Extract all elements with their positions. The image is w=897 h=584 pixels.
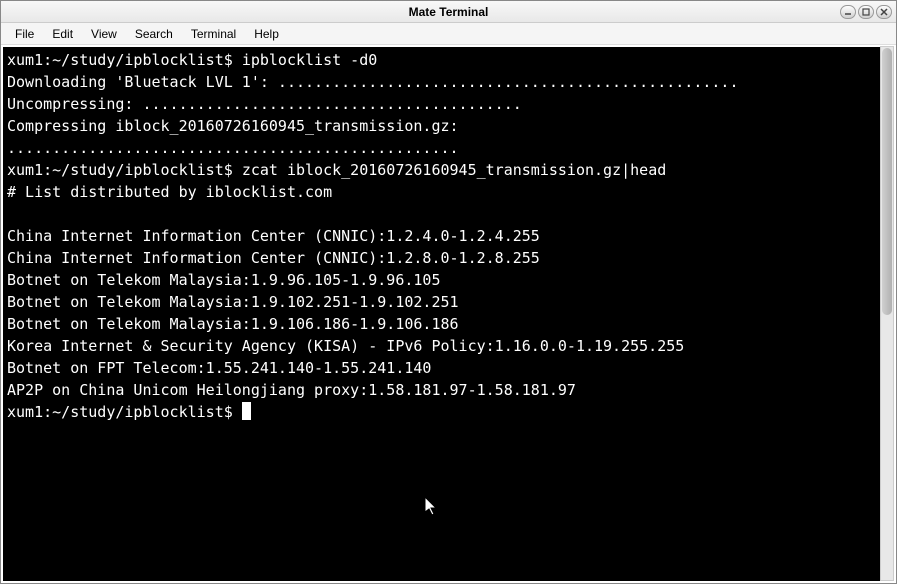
- output-line: Botnet on Telekom Malaysia:1.9.96.105-1.…: [7, 271, 440, 289]
- window-title: Mate Terminal: [409, 5, 489, 19]
- menu-file[interactable]: File: [7, 25, 42, 43]
- prompt: xum1:~/study/ipblocklist$: [7, 403, 242, 421]
- output-line: Botnet on Telekom Malaysia:1.9.106.186-1…: [7, 315, 459, 333]
- menubar: File Edit View Search Terminal Help: [1, 23, 896, 45]
- minimize-button[interactable]: [840, 5, 856, 19]
- prompt: xum1:~/study/ipblocklist$: [7, 51, 242, 69]
- maximize-icon: [862, 8, 870, 16]
- output-line: Botnet on Telekom Malaysia:1.9.102.251-1…: [7, 293, 459, 311]
- close-icon: [880, 8, 888, 16]
- terminal-output-area[interactable]: xum1:~/study/ipblocklist$ ipblocklist -d…: [3, 47, 894, 581]
- menu-edit[interactable]: Edit: [44, 25, 81, 43]
- close-button[interactable]: [876, 5, 892, 19]
- titlebar[interactable]: Mate Terminal: [1, 1, 896, 23]
- output-line: # List distributed by iblocklist.com: [7, 183, 332, 201]
- command-text: zcat iblock_20160726160945_transmission.…: [242, 161, 666, 179]
- minimize-icon: [844, 8, 852, 16]
- menu-view[interactable]: View: [83, 25, 125, 43]
- menu-search[interactable]: Search: [127, 25, 181, 43]
- output-line: China Internet Information Center (CNNIC…: [7, 249, 540, 267]
- output-line: Botnet on FPT Telecom:1.55.241.140-1.55.…: [7, 359, 431, 377]
- output-line: Korea Internet & Security Agency (KISA) …: [7, 337, 684, 355]
- output-line: China Internet Information Center (CNNIC…: [7, 227, 540, 245]
- output-line: Compressing iblock_20160726160945_transm…: [7, 117, 468, 157]
- output-line: Downloading 'Bluetack LVL 1': ..........…: [7, 73, 739, 91]
- command-text: ipblocklist -d0: [242, 51, 377, 69]
- prompt: xum1:~/study/ipblocklist$: [7, 161, 242, 179]
- text-cursor: [242, 402, 251, 420]
- terminal-window: Mate Terminal File Edit View Search Term…: [0, 0, 897, 584]
- scrollbar-thumb[interactable]: [882, 48, 892, 315]
- maximize-button[interactable]: [858, 5, 874, 19]
- menu-help[interactable]: Help: [246, 25, 287, 43]
- output-line: Uncompressing: .........................…: [7, 95, 522, 113]
- vertical-scrollbar[interactable]: [880, 46, 894, 581]
- output-line: AP2P on China Unicom Heilongjiang proxy:…: [7, 381, 576, 399]
- menu-terminal[interactable]: Terminal: [183, 25, 244, 43]
- window-controls: [840, 5, 892, 19]
